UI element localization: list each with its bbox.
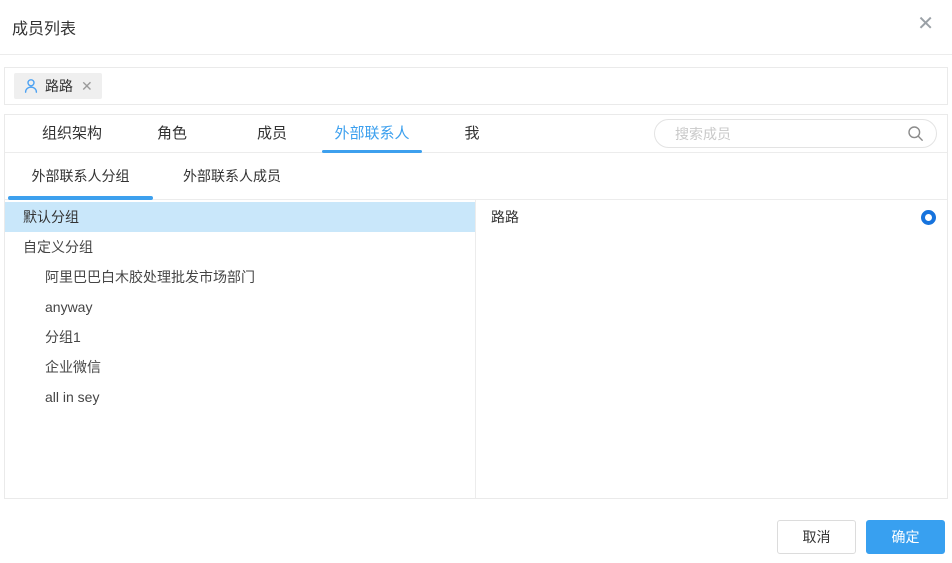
group-list: 默认分组 自定义分组 阿里巴巴白木胶处理批发市场部门 anyway 分组1 企业… — [5, 200, 476, 498]
group-row[interactable]: all in sey — [5, 382, 475, 412]
selected-members-bar: 路路 ✕ — [4, 67, 948, 105]
confirm-button[interactable]: 确定 — [866, 520, 945, 554]
radio-selected-icon[interactable] — [921, 209, 936, 225]
remove-member-icon[interactable]: ✕ — [81, 79, 93, 93]
group-row-default[interactable]: 默认分组 — [5, 202, 475, 232]
tab-bar: 组织架构 角色 成员 外部联系人 我 — [5, 115, 947, 153]
search-box — [654, 119, 937, 148]
tab-external-contacts[interactable]: 外部联系人 — [322, 115, 422, 153]
group-row[interactable]: 分组1 — [5, 322, 475, 352]
dialog-title: 成员列表 — [12, 21, 77, 38]
tab-organization[interactable]: 组织架构 — [22, 115, 122, 152]
subtab-external-contact-groups[interactable]: 外部联系人分组 — [8, 153, 153, 200]
member-row[interactable]: 路路 — [476, 200, 947, 234]
search-input[interactable] — [654, 119, 937, 148]
cancel-button[interactable]: 取消 — [777, 520, 856, 554]
group-row[interactable]: anyway — [5, 292, 475, 322]
picker-content: 默认分组 自定义分组 阿里巴巴白木胶处理批发市场部门 anyway 分组1 企业… — [5, 200, 947, 498]
member-name: 路路 — [491, 209, 519, 225]
group-row[interactable]: 企业微信 — [5, 352, 475, 382]
picker-panel: 组织架构 角色 成员 外部联系人 我 外部联系人分组 外部联系人成员 默认分组 … — [4, 114, 948, 499]
dialog-footer: 取消 确定 — [0, 499, 952, 562]
group-row[interactable]: 阿里巴巴白木胶处理批发市场部门 — [5, 262, 475, 292]
tab-me[interactable]: 我 — [422, 115, 522, 152]
tab-member[interactable]: 成员 — [222, 115, 322, 152]
member-list: 路路 — [476, 200, 947, 498]
close-icon[interactable]: ✕ — [917, 14, 934, 34]
person-icon — [23, 78, 39, 94]
selected-member-chip: 路路 ✕ — [14, 73, 102, 99]
subtab-bar: 外部联系人分组 外部联系人成员 — [5, 153, 947, 200]
subtab-external-contact-members[interactable]: 外部联系人成员 — [173, 153, 291, 199]
selected-member-name: 路路 — [45, 78, 73, 94]
tab-role[interactable]: 角色 — [122, 115, 222, 152]
dialog-header: 成员列表 — [0, 0, 952, 55]
group-row-custom[interactable]: 自定义分组 — [5, 232, 475, 262]
